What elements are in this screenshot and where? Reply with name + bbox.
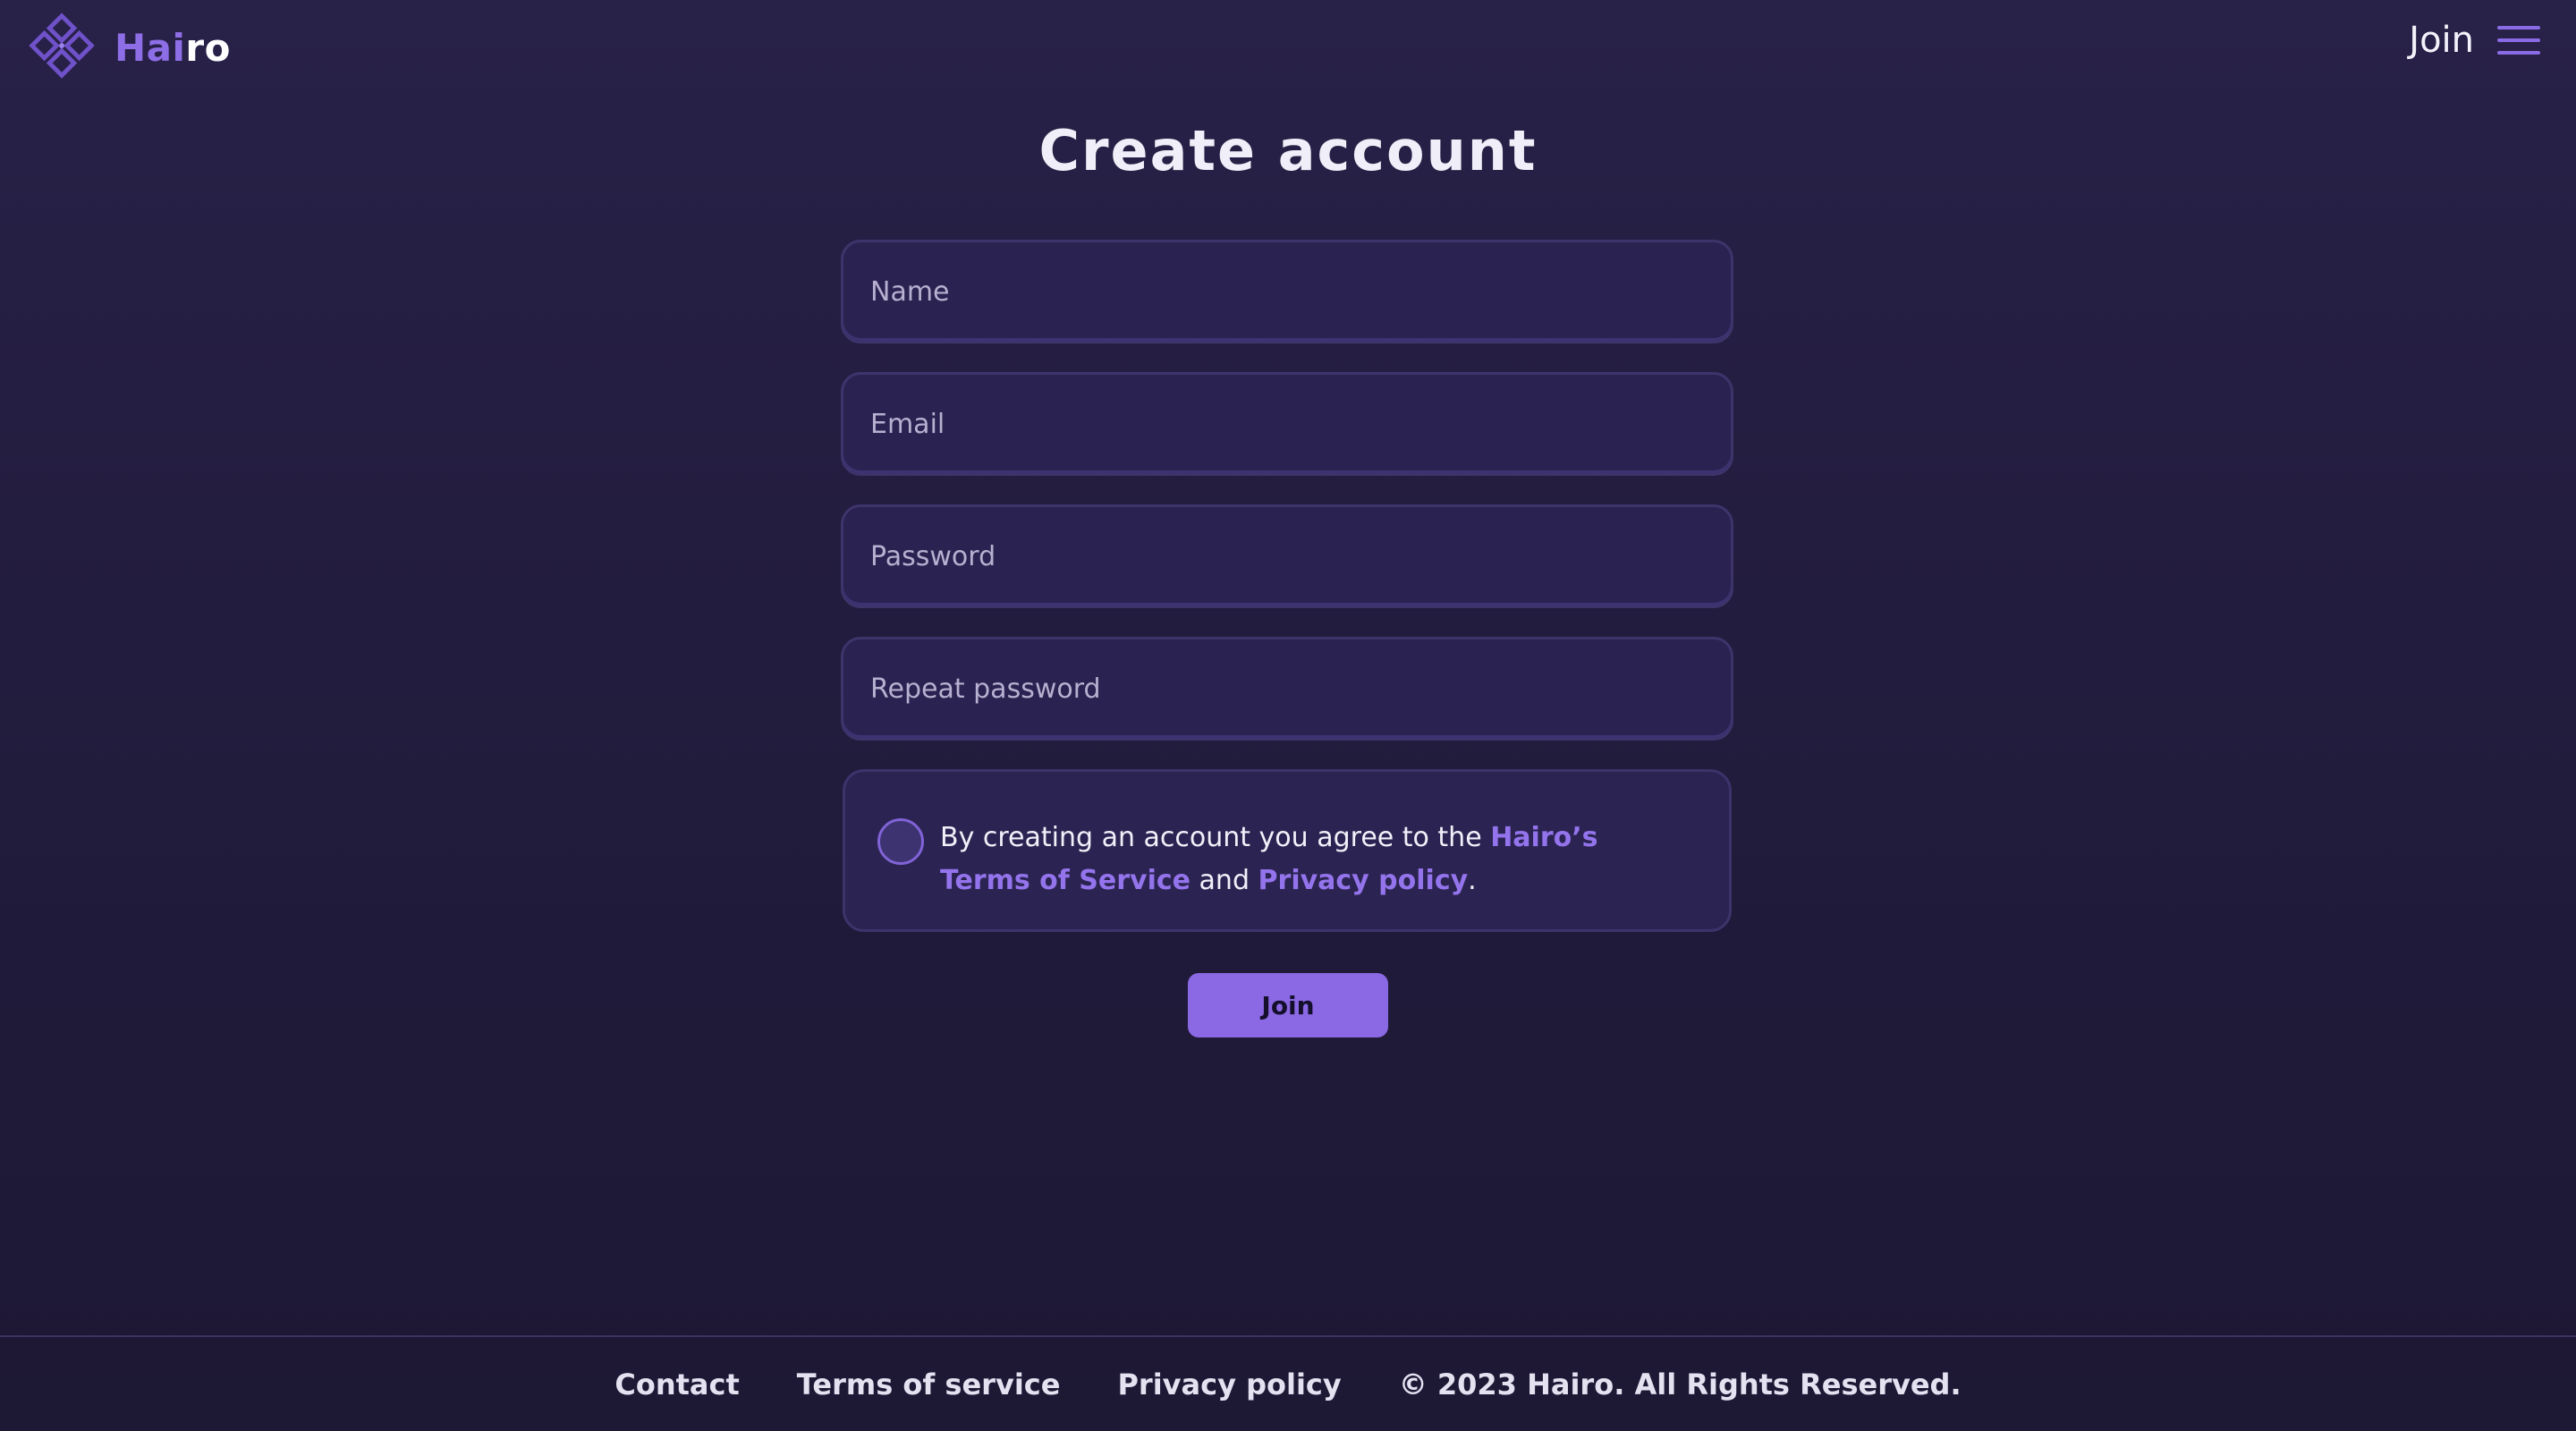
footer: Contact Terms of service Privacy policy … <box>0 1337 2576 1431</box>
privacy-policy-link[interactable]: Privacy policy <box>1258 865 1469 896</box>
header-join-link[interactable]: Join <box>2409 20 2474 61</box>
create-account-form: By creating an account you agree to the … <box>841 240 1733 932</box>
brand-name: Hairo <box>114 26 231 70</box>
terms-agreement-box: By creating an account you agree to the … <box>843 769 1732 932</box>
hamburger-menu-icon[interactable] <box>2496 22 2542 58</box>
repeat-password-input[interactable] <box>841 637 1733 741</box>
top-navbar: Hairo Join <box>0 0 2576 93</box>
terms-text-suffix: . <box>1468 865 1477 896</box>
brand-logo[interactable]: Hairo <box>29 13 231 82</box>
password-input[interactable] <box>841 504 1733 608</box>
brand-name-rest: ro <box>185 25 231 70</box>
footer-copyright: © 2023 Hairo. All Rights Reserved. <box>1398 1367 1962 1401</box>
diamond-logo-icon <box>29 13 95 79</box>
page-title: Create account <box>1038 118 1538 183</box>
terms-agree-radio[interactable] <box>877 818 924 865</box>
footer-terms-link[interactable]: Terms of service <box>797 1367 1061 1401</box>
terms-agreement-text: By creating an account you agree to the … <box>940 817 1691 902</box>
header-actions: Join <box>2409 20 2542 61</box>
name-input[interactable] <box>841 240 1733 343</box>
terms-text-prefix: By creating an account you agree to the <box>940 822 1491 853</box>
terms-text-middle: and <box>1191 865 1258 896</box>
footer-contact-link[interactable]: Contact <box>614 1367 739 1401</box>
brand-name-accent: Hai <box>114 25 186 70</box>
join-submit-button[interactable]: Join <box>1188 973 1388 1037</box>
email-input[interactable] <box>841 372 1733 476</box>
footer-privacy-link[interactable]: Privacy policy <box>1117 1367 1341 1401</box>
